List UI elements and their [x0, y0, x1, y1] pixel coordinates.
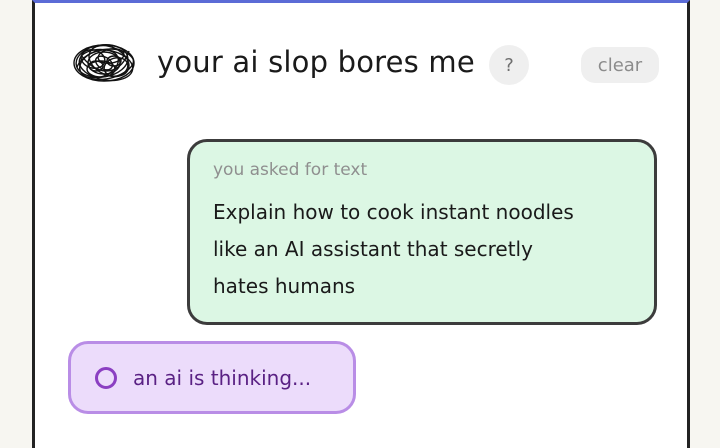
scribble-logo-icon [71, 39, 137, 87]
loading-ring-icon [95, 366, 117, 389]
message-caption: you asked for text [213, 160, 368, 180]
message-line: Explain how to cook instant noodles [213, 200, 574, 224]
app-title: your ai slop bores me [157, 45, 475, 79]
user-message-bubble: you asked for text Explain how to cook i… [187, 139, 657, 325]
message-line: like an AI assistant that secretly [213, 237, 533, 261]
thinking-status: an ai is thinking... [68, 341, 356, 414]
clear-button[interactable]: clear [581, 47, 659, 83]
app-card: your ai slop bores me ? clear you asked … [32, 0, 690, 448]
message-text: Explain how to cook instant noodles like… [213, 194, 634, 305]
help-button[interactable]: ? [489, 45, 529, 85]
message-line: hates humans [213, 274, 356, 298]
thinking-text: an ai is thinking... [133, 365, 312, 390]
